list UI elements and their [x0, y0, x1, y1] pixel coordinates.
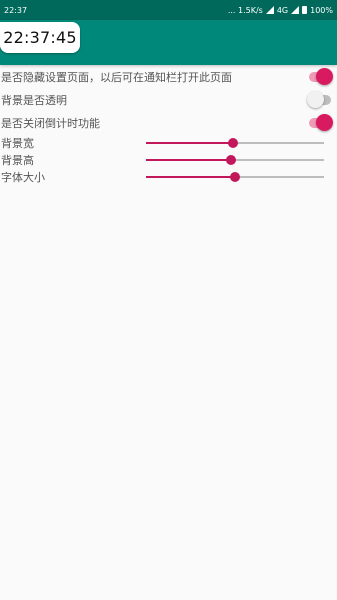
status-bar: 22:37 ... 1.5K/s 4G 100% — [0, 0, 337, 20]
slider-label: 字体大小 — [1, 170, 45, 184]
setting-disable-countdown[interactable]: 是否关闭倒计时功能 — [0, 111, 337, 134]
slider-fill — [146, 142, 234, 144]
setting-label: 是否隐藏设置页面，以后可在通知栏打开此页面 — [1, 70, 232, 84]
slider-label: 背景宽 — [1, 136, 34, 150]
switch-thumb — [316, 114, 333, 131]
network-type: 4G — [276, 5, 289, 15]
setting-label: 背景是否透明 — [1, 93, 67, 107]
settings-panel: 是否隐藏设置页面，以后可在通知栏打开此页面 背景是否透明 是否关闭倒计时功能 背… — [0, 65, 337, 185]
switch-thumb — [316, 68, 333, 85]
slider-label: 背景高 — [1, 153, 34, 167]
battery-level: 100% — [310, 5, 333, 15]
bg-width-slider[interactable] — [146, 138, 324, 148]
setting-transparent-bg[interactable]: 背景是否透明 — [0, 88, 337, 111]
network-speed: ... 1.5K/s — [227, 5, 263, 15]
slider-thumb[interactable] — [228, 138, 239, 148]
wifi-signal-icon — [265, 6, 274, 14]
disable-countdown-switch[interactable] — [309, 114, 333, 131]
slider-fill — [146, 159, 232, 161]
status-time: 22:37 — [4, 5, 28, 15]
cell-signal-icon — [291, 6, 300, 14]
font-size-slider[interactable] — [146, 172, 324, 182]
bg-height-slider[interactable] — [146, 155, 324, 165]
hide-page-switch[interactable] — [309, 68, 333, 85]
transparent-bg-switch[interactable] — [307, 91, 333, 108]
status-indicators: ... 1.5K/s 4G 100% — [228, 6, 333, 15]
setting-label: 是否关闭倒计时功能 — [1, 116, 100, 130]
slider-fill — [146, 176, 235, 178]
setting-bg-height: 背景高 — [0, 151, 337, 168]
slider-thumb[interactable] — [230, 172, 240, 182]
setting-bg-width: 背景宽 — [0, 134, 337, 151]
battery-icon — [302, 6, 308, 14]
setting-font-size: 字体大小 — [0, 168, 337, 185]
setting-hide-page[interactable]: 是否隐藏设置页面，以后可在通知栏打开此页面 — [0, 65, 337, 88]
floating-clock[interactable]: 22:37:45 — [0, 22, 80, 53]
slider-thumb[interactable] — [226, 155, 237, 165]
switch-thumb — [307, 91, 324, 108]
